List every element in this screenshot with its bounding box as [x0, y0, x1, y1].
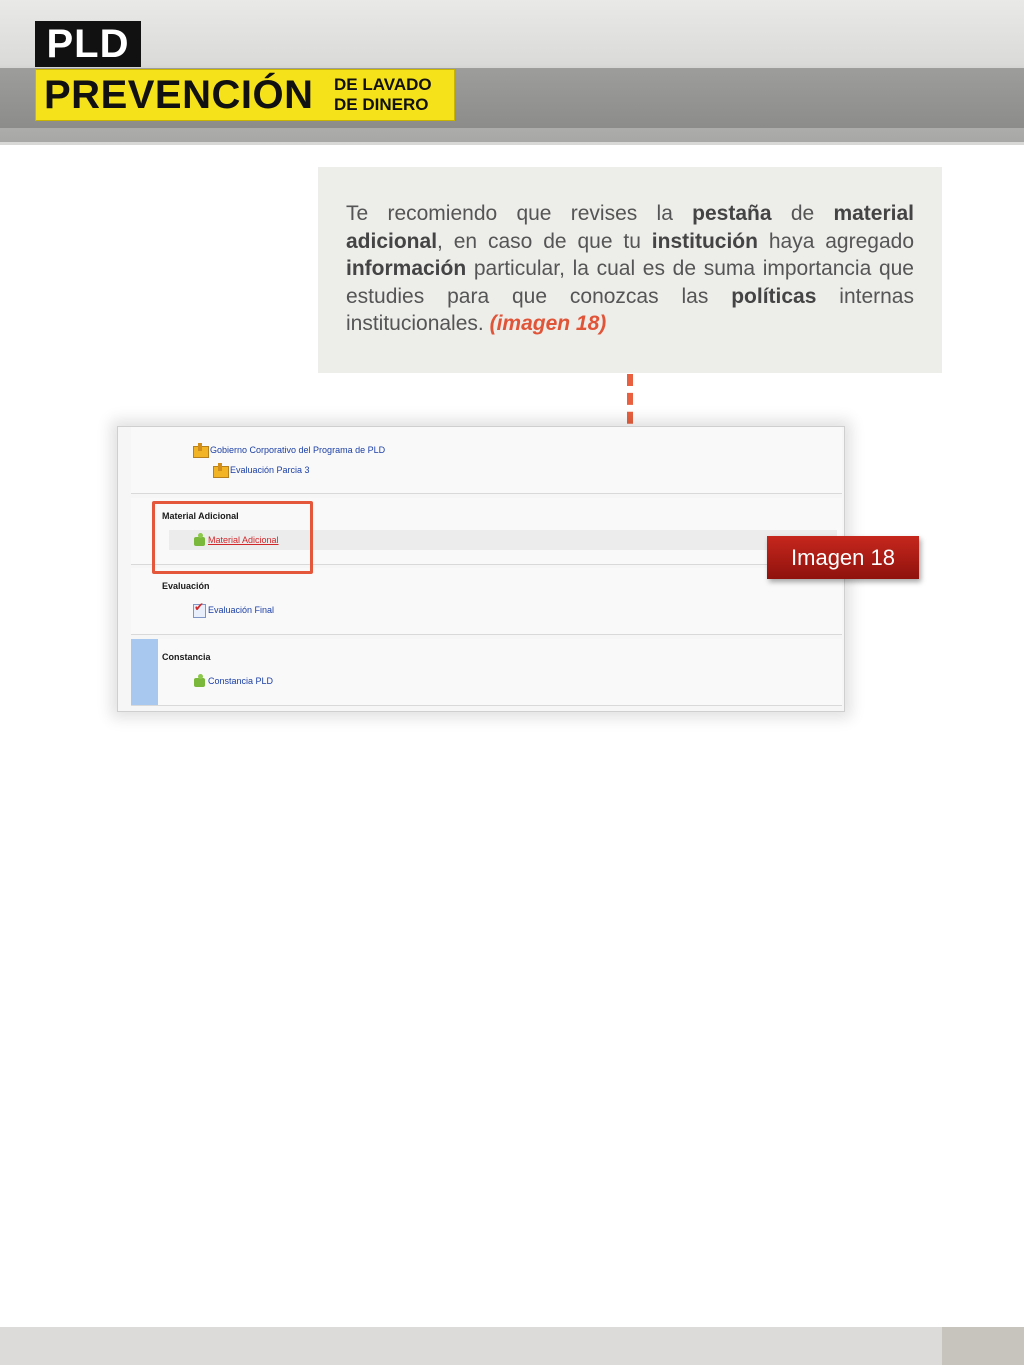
logo-sub-line-1: DE LAVADO: [334, 75, 432, 94]
list-item[interactable]: Evaluación Final: [192, 600, 274, 618]
course-section-evaluacion: Evaluación Evaluación Final: [131, 568, 842, 635]
text-bold: institución: [651, 229, 758, 253]
folder-box-icon: [192, 443, 209, 458]
highlight-box: [152, 501, 313, 574]
current-section-marker: [131, 639, 158, 705]
link-evaluacion-parcial[interactable]: Evaluación Parcia 3: [230, 465, 310, 475]
logo-prevencion: PREVENCIÓN DE LAVADO DE DINERO: [35, 69, 455, 121]
link-constancia-pld[interactable]: Constancia PLD: [208, 676, 273, 686]
link-evaluacion-final[interactable]: Evaluación Final: [208, 605, 274, 615]
folder-box-icon: [212, 463, 229, 478]
logo-pld: PLD: [35, 21, 141, 67]
text-bold: información: [346, 257, 467, 280]
image-label: Imagen 18: [767, 536, 919, 579]
text-part: haya agregado: [757, 229, 914, 253]
course-section-general: Gobierno Corporativo del Programa de PLD…: [131, 427, 842, 494]
header-banner: PLD PREVENCIÓN DE LAVADO DE DINERO: [0, 0, 1024, 145]
footer-page-block: [942, 1327, 1024, 1365]
course-section-constancia: Constancia Constancia PLD: [131, 639, 842, 706]
section-title: Evaluación: [162, 581, 210, 591]
logo-sub-line-2: DE DINERO: [334, 95, 429, 114]
list-item[interactable]: Constancia PLD: [192, 674, 273, 688]
section-title: Constancia: [162, 652, 211, 662]
list-item[interactable]: Evaluación Parcia 3: [212, 463, 310, 478]
instruction-callout: Te recomiendo que revises la pestaña de …: [318, 167, 942, 373]
text-part: de: [771, 202, 834, 225]
text-part: , en caso de que tu: [437, 229, 652, 253]
text-part: Te recomiendo que revises la: [346, 202, 693, 225]
footer-bar: [0, 1327, 1024, 1365]
text-bold: políticas: [731, 284, 817, 308]
puzzle-icon: [192, 674, 206, 688]
list-item[interactable]: Gobierno Corporativo del Programa de PLD: [192, 443, 385, 458]
logo-main-text: PREVENCIÓN: [44, 73, 314, 117]
link-gobierno-corporativo[interactable]: Gobierno Corporativo del Programa de PLD: [210, 445, 385, 455]
image-reference: (imagen 18): [489, 312, 607, 335]
text-bold: pestaña: [692, 202, 772, 225]
instruction-text: Te recomiendo que revises la pestaña de …: [346, 200, 914, 338]
checklist-icon: [192, 600, 206, 618]
